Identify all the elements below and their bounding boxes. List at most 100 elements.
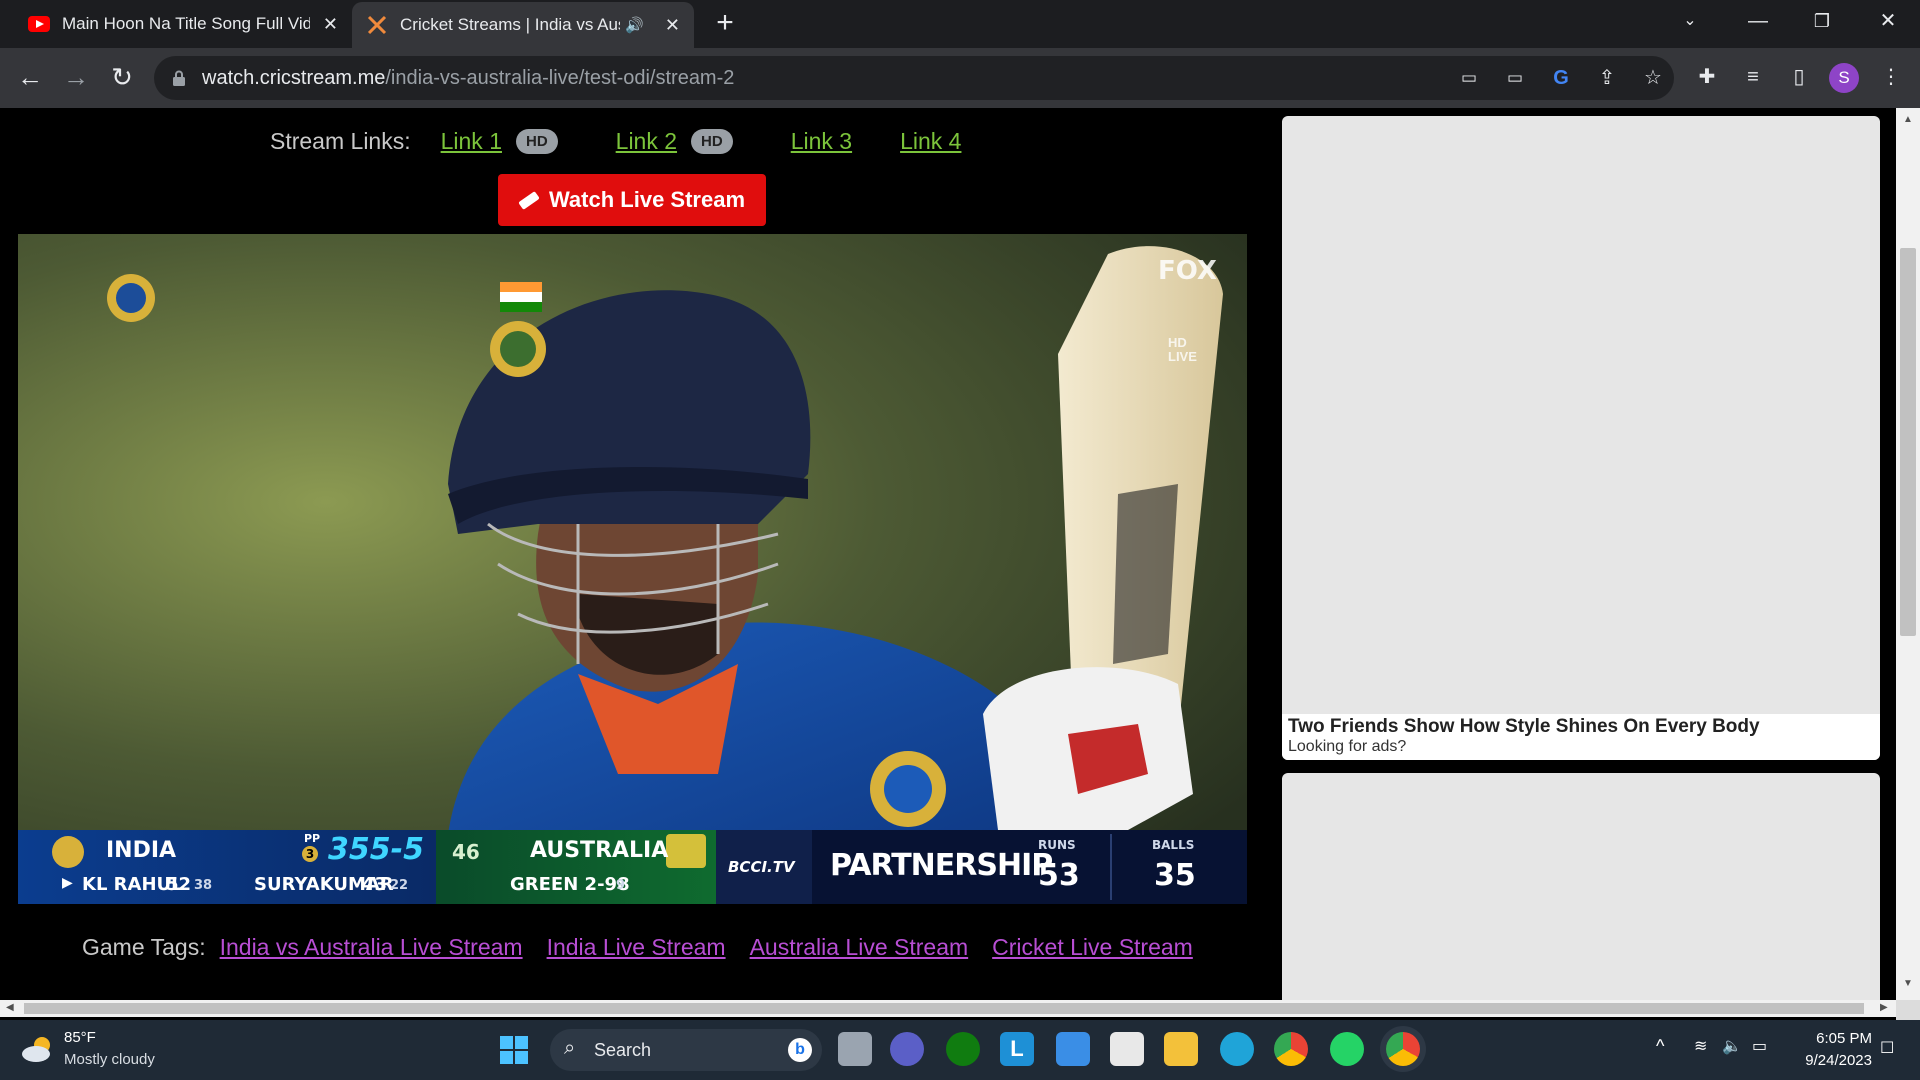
show-hidden-icons-chevron-icon[interactable]: ^ xyxy=(1656,1036,1664,1057)
file-explorer-icon[interactable] xyxy=(1164,1032,1198,1066)
horizontal-scroll-thumb[interactable] xyxy=(24,1003,1864,1014)
tab-strip: Main Hoon Na Title Song Full Video ✕ Cri… xyxy=(0,0,1920,48)
url-text: watch.cricstream.me/india-vs-australia-l… xyxy=(202,67,734,90)
sidebar-ad-2[interactable] xyxy=(1282,773,1880,1000)
partnership-balls: 35 xyxy=(1154,858,1196,893)
chrome-profile-icon[interactable] xyxy=(1386,1032,1420,1066)
watermark-live: LIVE xyxy=(1168,349,1197,364)
speaker-icon[interactable]: 🔊 xyxy=(625,16,644,34)
clock-time[interactable]: 6:05 PM xyxy=(1808,1030,1872,1047)
search-icon: ⌕ xyxy=(564,1037,576,1059)
youtube-icon xyxy=(28,16,50,32)
game-tags: Game Tags: India vs Australia Live Strea… xyxy=(82,934,1193,961)
partnership-label: PARTNERSHIP xyxy=(830,848,1053,883)
overs: 46 xyxy=(452,840,480,864)
ad-title[interactable]: Two Friends Show How Style Shines On Eve… xyxy=(1288,716,1874,738)
weather-description[interactable]: Mostly cloudy xyxy=(64,1051,155,1068)
stream-link-2[interactable]: Link 2 xyxy=(616,128,677,155)
window-close-icon[interactable]: ✕ xyxy=(1858,0,1918,44)
tab-close-icon[interactable]: ✕ xyxy=(323,14,338,35)
forward-arrow-icon[interactable]: → xyxy=(58,60,94,96)
task-view-icon[interactable] xyxy=(838,1032,872,1066)
lock-icon[interactable] xyxy=(172,70,186,87)
ad-subtitle[interactable]: Looking for ads? xyxy=(1288,738,1874,756)
stream-link-1[interactable]: Link 1 xyxy=(441,128,502,155)
clock-date[interactable]: 9/24/2023 xyxy=(1794,1052,1872,1069)
partnership-balls-label: BALLS xyxy=(1152,838,1195,852)
volume-icon[interactable]: 🔈 xyxy=(1722,1036,1742,1056)
kebab-menu-icon[interactable]: ⋮ xyxy=(1878,64,1904,90)
back-arrow-icon[interactable]: ← xyxy=(12,60,48,96)
game-tags-label: Game Tags: xyxy=(82,934,206,960)
scroll-up-arrow-icon[interactable]: ▲ xyxy=(1903,114,1913,125)
reload-icon[interactable]: ↻ xyxy=(104,60,140,96)
side-panel-icon[interactable]: ▯ xyxy=(1786,64,1812,90)
australia-team-logo xyxy=(666,834,706,868)
notifications-icon[interactable]: ☐ xyxy=(1880,1038,1894,1058)
l-app-icon[interactable]: L xyxy=(1000,1032,1034,1066)
stream-links: Stream Links: Link 1 HD Link 2 HD Link 3… xyxy=(270,128,975,155)
bowler-overs: 9 xyxy=(616,878,626,893)
address-bar[interactable]: watch.cricstream.me/india-vs-australia-l… xyxy=(154,56,1674,100)
whatsapp-icon[interactable] xyxy=(1330,1032,1364,1066)
battery-icon[interactable]: ▭ xyxy=(1752,1036,1767,1056)
bowler-figures: GREEN 2-98 xyxy=(510,874,630,895)
chrome-icon[interactable] xyxy=(1274,1032,1308,1066)
batter-2-runs: 43 xyxy=(362,874,388,895)
blocked-redirect-icon[interactable]: ▭ xyxy=(1502,65,1528,91)
divider xyxy=(1110,834,1112,900)
windows-start-icon[interactable] xyxy=(500,1036,528,1064)
sidebar-ad[interactable]: Two Friends Show How Style Shines On Eve… xyxy=(1282,116,1880,760)
hd-badge: HD xyxy=(515,129,558,154)
browser-toolbar: ← → ↻ watch.cricstream.me/india-vs-austr… xyxy=(0,48,1920,108)
bookmark-star-icon[interactable]: ☆ xyxy=(1640,65,1666,91)
tag-india[interactable]: India Live Stream xyxy=(547,934,726,961)
stream-link-4[interactable]: Link 4 xyxy=(900,128,961,155)
broadcast-watermark: HD LIVE xyxy=(1168,336,1197,364)
tag-australia[interactable]: Australia Live Stream xyxy=(750,934,969,961)
share-icon[interactable]: ⇪ xyxy=(1594,65,1620,91)
tab-youtube[interactable]: Main Hoon Na Title Song Full Video ✕ xyxy=(14,0,352,48)
wifi-icon[interactable]: ≋ xyxy=(1694,1036,1707,1056)
scroll-right-arrow-icon[interactable]: ▶ xyxy=(1880,1002,1888,1013)
weather-temperature[interactable]: 85°F xyxy=(64,1029,96,1046)
profile-avatar[interactable]: S xyxy=(1829,63,1859,93)
watch-live-stream-button[interactable]: Watch Live Stream xyxy=(498,174,766,226)
microsoft-store-icon[interactable] xyxy=(1110,1032,1144,1066)
scroll-down-arrow-icon[interactable]: ▼ xyxy=(1903,978,1913,989)
blocked-popup-icon[interactable]: ▭ xyxy=(1456,65,1482,91)
tab-title: Main Hoon Na Title Song Full Video xyxy=(62,14,310,33)
edge-icon[interactable] xyxy=(1220,1032,1254,1066)
taskbar-search-box[interactable]: ⌕ Search b xyxy=(550,1029,822,1071)
ad-caption: Two Friends Show How Style Shines On Eve… xyxy=(1282,714,1880,760)
windows-taskbar: 85°F Mostly cloudy ⌕ Search b L ^ ≋ 🔈 ▭ … xyxy=(0,1020,1920,1080)
cloudy-weather-icon[interactable] xyxy=(20,1034,56,1064)
xbox-icon[interactable] xyxy=(946,1032,980,1066)
scoreboard: INDIA PP 3 355-5 46 AUSTRALIA ▶ KL RAHUL… xyxy=(18,830,1247,904)
video-player[interactable]: FOX HD LIVE xyxy=(18,234,1247,830)
minimize-icon[interactable]: — xyxy=(1728,0,1788,44)
bing-icon[interactable]: b xyxy=(788,1038,812,1062)
search-placeholder: Search xyxy=(594,1040,652,1060)
extensions-icon[interactable]: ✚ xyxy=(1694,64,1720,90)
tasks-checkmark-icon[interactable] xyxy=(1056,1032,1090,1066)
tab-close-icon[interactable]: ✕ xyxy=(665,15,680,36)
google-lens-icon[interactable]: G xyxy=(1548,65,1574,91)
vertical-scroll-thumb[interactable] xyxy=(1900,248,1916,636)
teams-chat-icon[interactable] xyxy=(890,1032,924,1066)
tab-cricket-streams[interactable]: Cricket Streams | India vs Australia 🔊 ✕ xyxy=(352,2,694,48)
tag-cricket[interactable]: Cricket Live Stream xyxy=(992,934,1193,961)
stream-link-3[interactable]: Link 3 xyxy=(791,128,852,155)
horizontal-scrollbar[interactable]: ◀ ▶ xyxy=(0,1000,1896,1017)
restore-icon[interactable]: ❐ xyxy=(1792,0,1852,44)
media-queue-icon[interactable]: ≡ xyxy=(1740,64,1766,90)
new-tab-plus-icon[interactable]: + xyxy=(708,8,742,42)
partnership-runs: 53 xyxy=(1038,858,1080,893)
vertical-scrollbar[interactable]: ▲ ▼ xyxy=(1896,108,1920,1000)
tag-india-vs-australia[interactable]: India vs Australia Live Stream xyxy=(220,934,523,961)
batting-team: INDIA xyxy=(106,838,177,863)
tab-search-chevron-icon[interactable]: ⌄ xyxy=(1660,0,1720,44)
scroll-left-arrow-icon[interactable]: ◀ xyxy=(6,1002,14,1013)
web-page: Stream Links: Link 1 HD Link 2 HD Link 3… xyxy=(0,108,1920,1000)
broadcaster-name: BCCI.TV xyxy=(728,858,795,876)
